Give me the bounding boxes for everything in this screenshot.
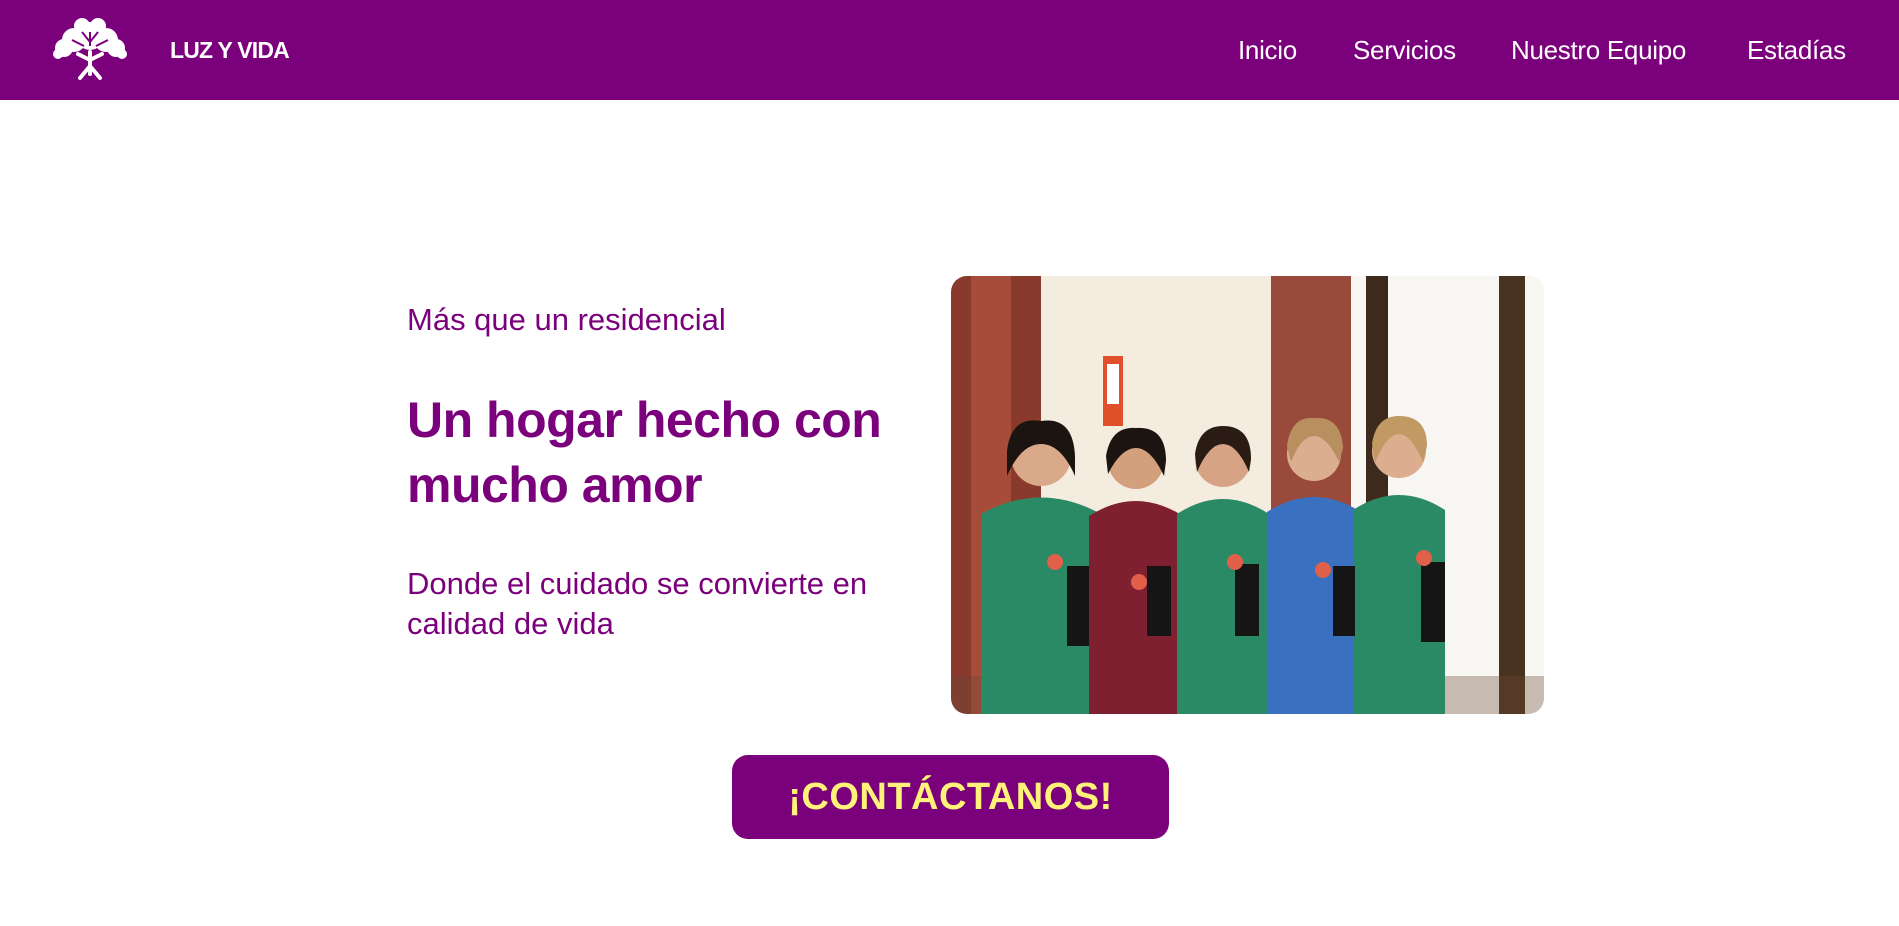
team-photo [951, 276, 1544, 714]
nav-link-inicio[interactable]: Inicio [1238, 34, 1297, 66]
nav-link-servicios[interactable]: Servicios [1353, 34, 1456, 66]
brand-name[interactable]: LUZ Y VIDA [170, 36, 290, 64]
nav-link-nuestro-equipo[interactable]: Nuestro Equipo [1511, 34, 1686, 66]
hero-headline: Un hogar hecho con mucho amor [407, 392, 882, 513]
contact-button[interactable]: ¡CONTÁCTANOS! [732, 755, 1169, 839]
top-navbar: LUZ Y VIDA Inicio Servicios Nuestro Equi… [0, 0, 1899, 100]
hero-subtitle: Más que un residencial [407, 302, 726, 337]
nav-link-estadias[interactable]: Estadías [1747, 34, 1846, 66]
tree-logo-icon[interactable] [48, 16, 132, 84]
hero-tagline: Donde el cuidado se convierte en calidad… [407, 566, 868, 641]
